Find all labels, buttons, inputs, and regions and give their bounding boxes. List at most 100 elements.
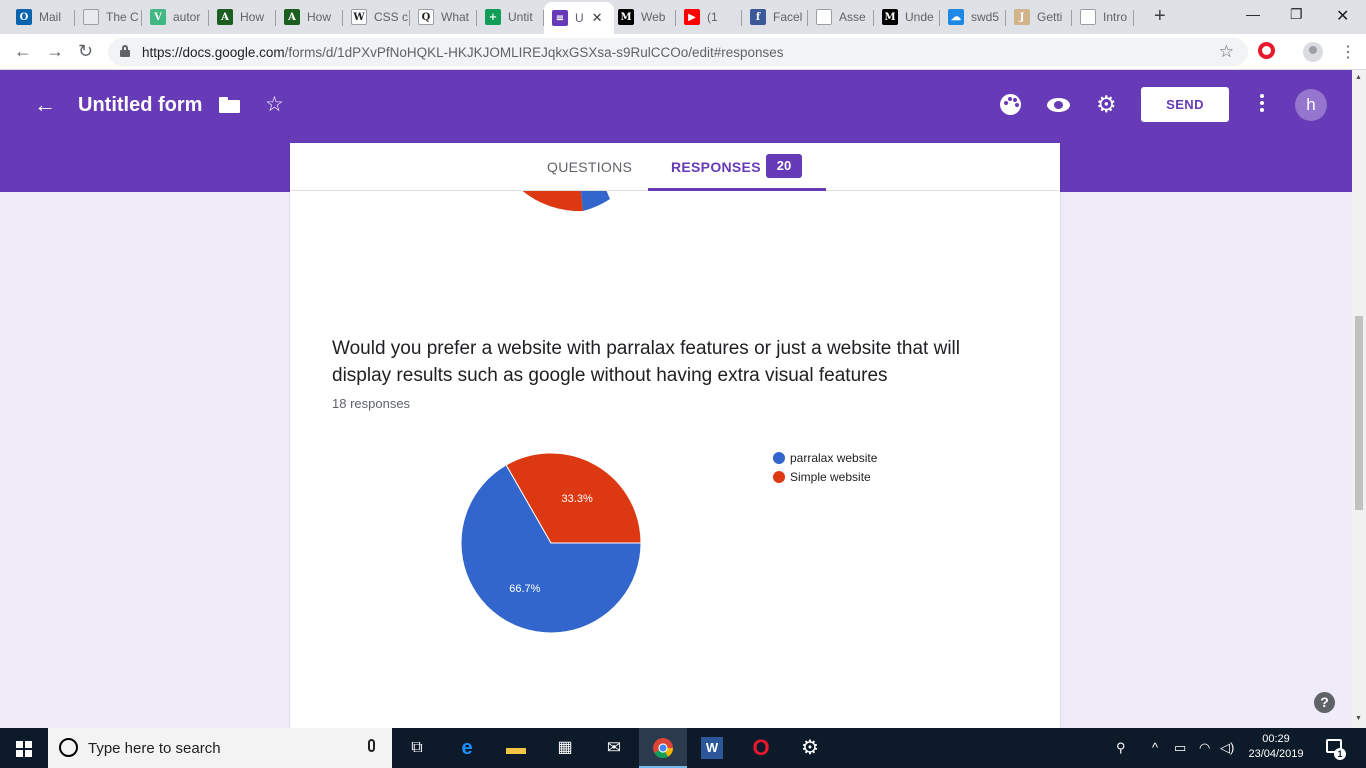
tab-separator	[208, 10, 209, 26]
browser-tab[interactable]: W CSS c	[343, 2, 410, 32]
browser-tab[interactable]: The C	[75, 2, 142, 32]
tray-chevron-icon[interactable]: ^	[1152, 740, 1158, 755]
taskbar-search[interactable]: Type here to search	[48, 728, 392, 768]
browser-tab[interactable]: ☁ swd5	[940, 2, 1006, 32]
store-icon[interactable]: ▦	[541, 728, 589, 768]
facebook-icon: f	[750, 9, 766, 25]
settings-icon[interactable]: ⚙	[786, 728, 834, 768]
microphone-icon[interactable]	[368, 739, 375, 752]
browser-tab[interactable]: Intro	[1072, 2, 1134, 32]
scroll-down-icon[interactable]: ▼	[1355, 715, 1362, 722]
windows-start-icon[interactable]	[16, 741, 32, 757]
responses-count-badge: 20	[766, 154, 802, 178]
volume-icon[interactable]: ◁)	[1220, 740, 1234, 756]
back-icon[interactable]: ←	[14, 41, 32, 62]
vue-icon: V	[150, 9, 166, 25]
reload-icon[interactable]: ↻	[78, 41, 93, 62]
browser-tab-label: How	[307, 10, 332, 24]
youtube-icon: ▶	[684, 9, 700, 25]
minimize-icon[interactable]: —	[1246, 6, 1260, 22]
pie-data-label: 66.7%	[509, 583, 540, 595]
chrome-icon[interactable]	[639, 728, 687, 768]
legend-item[interactable]: Simple website	[773, 471, 877, 490]
system-clock[interactable]: 00:29 23/04/2019	[1244, 732, 1308, 762]
tab-separator	[275, 10, 276, 26]
chart-legend: parralax website Simple website	[773, 452, 877, 490]
mail-icon[interactable]: ✉	[590, 728, 638, 768]
bookmark-star-icon[interactable]: ☆	[1219, 42, 1234, 62]
address-bar[interactable]: https://docs.google.com/forms/d/1dPXvPfN…	[108, 38, 1248, 66]
tab-separator	[409, 10, 410, 26]
browser-tab[interactable]: M Unde	[874, 2, 940, 32]
tab-separator	[1005, 10, 1006, 26]
task-view-icon[interactable]: ⧉	[393, 728, 441, 768]
browser-tab-label: Asse	[839, 10, 866, 24]
scroll-thumb[interactable]	[1355, 316, 1363, 510]
tab-questions[interactable]: QUESTIONS	[547, 159, 632, 175]
opera-extension-icon[interactable]	[1258, 42, 1275, 59]
browser-tab[interactable]: Q What	[410, 2, 477, 32]
cortana-icon	[59, 738, 78, 757]
folder-icon[interactable]	[219, 97, 240, 113]
quora-icon: Q	[418, 9, 434, 25]
browser-tab-label: Intro	[1103, 10, 1128, 24]
opera-icon[interactable]: O	[737, 728, 785, 768]
browser-tab[interactable]: J Getti	[1006, 2, 1072, 32]
tab-separator	[873, 10, 874, 26]
people-icon[interactable]: ⚲	[1116, 740, 1126, 756]
more-vert-icon[interactable]	[1260, 94, 1264, 115]
browser-tab-label: How	[240, 10, 265, 24]
browser-tab-label: autor	[173, 10, 201, 24]
browser-tab[interactable]: Asse	[808, 2, 874, 32]
browser-tab-label: swd5	[971, 10, 1000, 24]
close-window-icon[interactable]: ✕	[1336, 6, 1349, 26]
legend-item[interactable]: parralax website	[773, 452, 877, 471]
browser-tab[interactable]: A How	[209, 2, 276, 32]
forms-icon: ≡	[552, 10, 568, 26]
form-title[interactable]: Untitled form	[78, 94, 202, 117]
edge-icon[interactable]: e	[443, 728, 491, 768]
help-icon[interactable]: ?	[1314, 692, 1335, 713]
outlook-icon: O	[16, 9, 32, 25]
battery-icon[interactable]: ▭	[1174, 740, 1186, 756]
browser-tab[interactable]: A How	[276, 2, 343, 32]
sheets-icon: +	[485, 9, 501, 25]
legend-label: parralax website	[790, 451, 878, 465]
browser-tab-label: Getti	[1037, 10, 1063, 24]
browser-tab-label: The C	[106, 10, 139, 24]
browser-tab[interactable]: Vautor	[142, 2, 209, 32]
new-tab-button[interactable]: +	[1154, 6, 1166, 26]
settings-gear-icon[interactable]: ⚙	[1096, 91, 1117, 118]
word-icon[interactable]: W	[688, 728, 736, 768]
browser-tab[interactable]: ▶ (1	[676, 2, 742, 32]
avatar[interactable]: h	[1295, 89, 1327, 121]
chrome-menu-icon[interactable]: ⋮	[1340, 42, 1356, 62]
send-button[interactable]: SEND	[1141, 87, 1229, 122]
clock-date: 23/04/2019	[1248, 748, 1304, 760]
forward-icon[interactable]: →	[46, 41, 64, 62]
page-scrollbar[interactable]: ▲ ▼	[1352, 70, 1366, 728]
back-arrow-icon[interactable]: ←	[34, 92, 56, 118]
android-icon: A	[217, 9, 233, 25]
scroll-up-icon[interactable]: ▲	[1355, 74, 1362, 81]
palette-icon[interactable]	[1000, 94, 1021, 115]
tab-responses[interactable]: RESPONSES	[671, 159, 761, 175]
browser-tab[interactable]: + Untit	[477, 2, 544, 32]
browser-tab[interactable]: ≡ U ✕	[544, 2, 614, 34]
file-explorer-icon[interactable]: ▬	[492, 728, 540, 768]
restore-icon[interactable]: ❐	[1290, 6, 1303, 23]
cloud-icon: ☁	[948, 9, 964, 25]
browser-tab[interactable]: M Web	[610, 2, 676, 32]
url-text[interactable]: https://docs.google.com/forms/d/1dPXvPfN…	[142, 45, 784, 60]
tab-separator	[543, 10, 544, 26]
tab-separator	[342, 10, 343, 26]
star-icon[interactable]: ☆	[265, 92, 284, 117]
close-tab-icon[interactable]: ✕	[592, 10, 603, 26]
tab-separator	[1133, 10, 1134, 26]
preview-eye-icon[interactable]	[1047, 98, 1070, 112]
browser-tab[interactable]: f Facel	[742, 2, 808, 32]
wikipedia-icon: W	[351, 9, 367, 25]
browser-tab[interactable]: O Mail	[8, 2, 75, 32]
wifi-icon[interactable]: ◠	[1199, 740, 1210, 756]
profile-icon[interactable]	[1303, 42, 1323, 62]
